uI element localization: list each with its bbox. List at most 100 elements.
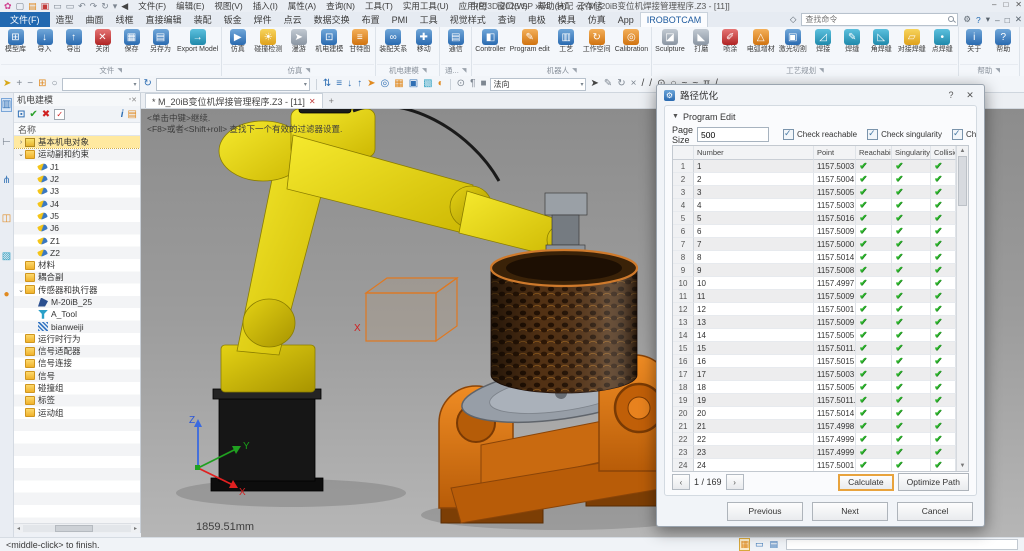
table-header[interactable]: Number Point Reachability Singularity Co… (673, 146, 956, 160)
ribbon-button[interactable]: ▥ 工艺 (552, 28, 581, 55)
toolbar-icon[interactable]: ≡ (336, 78, 342, 90)
ribbon-float-icon[interactable]: □ (1005, 15, 1010, 25)
command-search-input[interactable] (801, 13, 959, 26)
refresh-icon[interactable]: ↻ (144, 78, 152, 90)
table-row[interactable]: 18 18 1157.5005... (673, 381, 956, 394)
toolbar-icon[interactable]: ↑ (357, 78, 362, 90)
quick-access-icon[interactable]: ▾ (113, 1, 118, 11)
status-bar-icon[interactable]: ▭ (755, 539, 764, 550)
ribbon-button[interactable]: ↻ 工作空间 (581, 28, 613, 55)
tree-item[interactable]: 信号连接 (14, 357, 140, 369)
ribbon-button[interactable]: ✕ 关闭 (88, 28, 117, 55)
status-bar-icon[interactable]: ▦ (739, 538, 750, 551)
toolbar-icon[interactable]: ⇅ (323, 78, 331, 90)
quick-access-icon[interactable]: ↻ (101, 1, 109, 11)
ribbon-tab[interactable]: PMI (386, 12, 414, 27)
scroll-left-icon[interactable]: ◂ (14, 525, 23, 532)
quick-access-icon[interactable]: ▭ (66, 1, 75, 11)
info-icon[interactable]: i (121, 109, 124, 120)
toolbar-icon[interactable]: ⊙ (457, 78, 465, 90)
scroll-right-icon[interactable]: ▸ (131, 525, 140, 532)
toolbar-icon[interactable]: / (649, 78, 652, 90)
manager-strip-icon[interactable]: ● (3, 289, 9, 301)
tree-item[interactable]: ⌄ 运动副和约束 (14, 148, 140, 160)
check-singularity-checkbox[interactable] (867, 128, 879, 140)
ribbon-tab[interactable]: 布置 (356, 12, 386, 27)
table-row[interactable]: 13 13 1157.5009... (673, 316, 956, 329)
pin-icon[interactable]: ◇ (790, 14, 797, 25)
cancel-x-icon[interactable]: ✖ (42, 109, 50, 120)
ribbon-button[interactable]: ≡ 甘特图 (345, 28, 374, 55)
group-launcher-icon[interactable]: ◥ (995, 67, 1000, 74)
table-scrollbar[interactable]: ▲ ▼ (956, 146, 968, 471)
scrollbar-thumb[interactable] (958, 156, 967, 206)
expander-icon[interactable]: ⌄ (17, 286, 25, 294)
tree-item[interactable]: M-20iB_25 (14, 296, 140, 308)
toolbar-icon[interactable]: ➤ (3, 78, 11, 90)
manager-strip-icon[interactable]: ⋔ (2, 175, 10, 187)
new-tab-button[interactable]: + (323, 93, 340, 108)
ribbon-button[interactable]: ▤ 另存为 (146, 28, 175, 55)
tree-item[interactable]: 信号 (14, 370, 140, 382)
ribbon-button[interactable]: ✎ Program edit (508, 28, 552, 55)
ribbon-tab[interactable]: 电极 (522, 12, 552, 27)
toolbar-icon[interactable]: ↻ (617, 78, 625, 90)
table-row[interactable]: 14 14 1157.5005... (673, 329, 956, 342)
panel-close-icon[interactable]: ✕ (131, 96, 137, 104)
restore-icon[interactable]: □ (1003, 0, 1008, 9)
quick-access-icon[interactable]: ✿ (4, 1, 12, 11)
file-menu-button[interactable]: 文件(F) (0, 12, 50, 27)
table-row[interactable]: 20 20 1157.5014... (673, 407, 956, 420)
tree-item[interactable]: › 基本机电对象 (14, 136, 140, 150)
scroll-up-icon[interactable]: ▲ (957, 146, 968, 156)
manager-strip-icon[interactable]: ▧ (2, 251, 11, 263)
ribbon-close-icon[interactable]: ✕ (1015, 14, 1022, 25)
status-bar-icon[interactable]: ▤ (769, 539, 778, 550)
ribbon-button[interactable]: ✎ 焊缝 (838, 28, 867, 55)
ribbon-button[interactable]: ➤ 漫游 (284, 28, 313, 55)
ribbon-button[interactable]: ☀ 碰撞检测 (252, 28, 284, 55)
tree-item[interactable]: 运动组 (14, 407, 140, 419)
menu-item[interactable]: 插入(I) (253, 0, 278, 12)
manager-strip-icon[interactable]: ◫ (2, 213, 11, 225)
manager-strip-icon[interactable]: ⊢ (2, 137, 11, 149)
table-row[interactable]: 21 21 1157.4998... (673, 420, 956, 433)
document-tab[interactable]: * M_20iB变位机焊接管理程序.Z3 - [11] ✕ (145, 93, 323, 108)
ribbon-tab[interactable]: 线框 (110, 12, 140, 27)
help-icon[interactable]: ? (976, 15, 981, 25)
ribbon-button[interactable]: ⊞ 模型库 (1, 28, 30, 55)
ribbon-tab[interactable]: 直接编辑 (140, 12, 188, 27)
menu-item[interactable]: 属性(A) (288, 0, 316, 12)
selection-combo[interactable]: ▾ (155, 77, 310, 91)
table-row[interactable]: 9 9 1157.5008... (673, 264, 956, 277)
next-button[interactable]: Next (812, 501, 888, 521)
ribbon-button[interactable]: ◎ Calibration (613, 28, 650, 55)
dialog-help-icon[interactable]: ? (944, 90, 958, 100)
ribbon-button[interactable]: ▣ 激光切割 (777, 28, 809, 55)
expander-icon[interactable]: ⌄ (17, 150, 25, 158)
table-row[interactable]: 6 6 1157.5009... (673, 225, 956, 238)
ribbon-button[interactable]: ▦ 保存 (117, 28, 146, 55)
table-row[interactable]: 11 11 1157.5009... (673, 290, 956, 303)
ribbon-button[interactable]: ▶ 仿真 (223, 28, 252, 55)
ribbon-button[interactable]: ◣ 打磨 (687, 28, 716, 55)
scroll-down-icon[interactable]: ▼ (957, 461, 968, 471)
tree-item[interactable]: J6 (14, 222, 140, 234)
group-launcher-icon[interactable]: ◥ (422, 67, 427, 74)
table-row[interactable]: 7 7 1157.5000... (673, 238, 956, 251)
ribbon-button[interactable]: ∞ 装配关系 (377, 28, 409, 55)
minimize-icon[interactable]: – (992, 0, 996, 9)
toolbar-icon[interactable]: ■ (480, 78, 486, 90)
ribbon-button[interactable]: ↓ 导入 (30, 28, 59, 55)
quick-access-icon[interactable]: ▣ (41, 1, 50, 11)
ribbon-button[interactable]: ◿ 焊接 (809, 28, 838, 55)
ribbon-button[interactable]: △ 电弧增材 (745, 28, 777, 55)
ribbon-button[interactable]: ✚ 移动 (409, 28, 438, 55)
tree-item[interactable]: J5 (14, 210, 140, 222)
tree-item[interactable]: A_Tool (14, 308, 140, 320)
table-row[interactable]: 8 8 1157.5014... (673, 251, 956, 264)
table-row[interactable]: 2 2 1157.5004... (673, 173, 956, 186)
toolbar-icon[interactable]: − (27, 78, 33, 90)
status-input[interactable] (786, 539, 1018, 550)
toolbar-icon[interactable]: ⊞ (38, 78, 46, 90)
